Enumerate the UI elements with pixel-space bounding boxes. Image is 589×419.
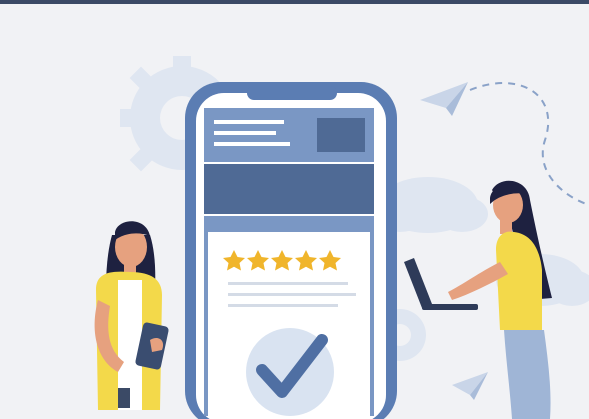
text-line xyxy=(228,304,338,307)
text-line xyxy=(214,120,284,124)
dashed-trail xyxy=(469,82,589,206)
text-line xyxy=(228,293,356,296)
text-line xyxy=(228,282,348,285)
phone-notch xyxy=(247,86,337,100)
image-placeholder xyxy=(317,118,365,152)
hand xyxy=(150,338,164,352)
paper-plane-icon xyxy=(452,372,488,400)
yellow-top xyxy=(496,231,542,330)
blue-pants xyxy=(504,330,551,419)
text-line xyxy=(214,142,290,146)
phone-device xyxy=(185,82,397,419)
paper-plane-icon xyxy=(420,82,468,116)
review-illustration xyxy=(0,0,589,419)
text-line xyxy=(214,131,276,135)
check-icon xyxy=(246,328,334,416)
woman-with-tablet xyxy=(94,221,169,410)
phone-banner xyxy=(204,164,374,214)
illustration-canvas xyxy=(94,56,589,419)
